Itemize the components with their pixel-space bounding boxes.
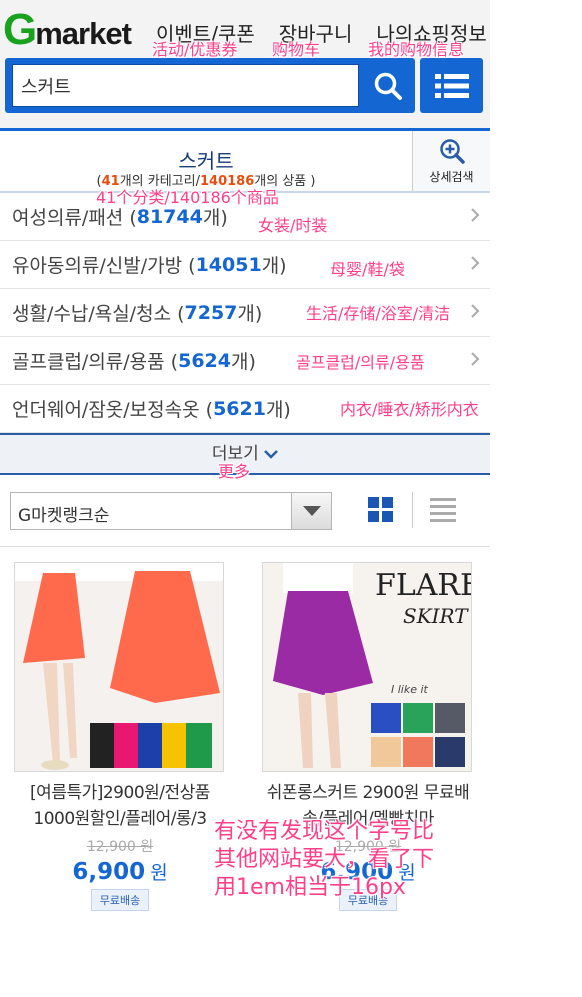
- dropdown-arrow[interactable]: [291, 493, 331, 529]
- chevron-right-icon: [471, 352, 480, 366]
- list-view-button[interactable]: [430, 497, 456, 527]
- category-suffix: 개): [237, 303, 263, 325]
- original-price: 12,900 원: [86, 839, 154, 855]
- zoom-in-icon: [439, 138, 465, 164]
- category-name: 언더웨어/잠옷/보정속옷 (: [12, 399, 214, 421]
- chevron-down-icon: [264, 450, 279, 459]
- detail-search-label: 상세검색: [429, 169, 474, 184]
- category-count: 81744: [136, 205, 203, 228]
- search-field: [12, 64, 359, 107]
- annotation-cat2: 母婴/鞋/袋: [330, 260, 405, 279]
- annotation-cat5: 内衣/睡衣/矫形内衣: [340, 400, 479, 419]
- logo-g: G: [3, 5, 37, 54]
- view-divider: [412, 492, 413, 528]
- category-name: 골프클럽/의류/용품 (: [12, 351, 179, 373]
- like-it-text: I like it: [391, 683, 429, 696]
- annotation-cat1: 女装/时装: [258, 216, 328, 235]
- search-icon: [374, 72, 402, 100]
- gmarket-logo[interactable]: Gmarket: [3, 5, 132, 54]
- annotation-font-note: 有没有发现这个字号比 其他网站要大，看了下 用1em相当于16px: [214, 819, 435, 900]
- price-unit: 원: [150, 862, 168, 884]
- free-shipping-badge: 무료배송: [91, 889, 149, 911]
- category-suffix: 개): [231, 351, 256, 373]
- skirt-photo-coral: [15, 563, 223, 771]
- category-suffix: 개): [261, 255, 287, 277]
- annotation-nav-myinfo: 我的购物信息: [368, 40, 465, 59]
- category-menu-button[interactable]: [420, 58, 483, 113]
- sort-selected-value: G마켓랭크순: [18, 506, 110, 526]
- product-name[interactable]: [여름특가]2900원/전상품1000원할인/플레어/롱/3: [14, 780, 226, 832]
- grid-icon: [368, 497, 393, 522]
- skirt-text: SKIRT: [403, 604, 469, 628]
- annotation-more: 更多: [218, 462, 251, 481]
- list-icon: [430, 498, 456, 522]
- list-menu-icon: [434, 73, 469, 98]
- annotation-nav-cart: 购物车: [272, 40, 321, 59]
- sort-select[interactable]: G마켓랭크순: [10, 492, 332, 530]
- category-count: 14051: [195, 253, 262, 276]
- search-button[interactable]: [363, 61, 413, 110]
- category-count: 7257: [184, 301, 238, 324]
- annotation-counts: 41个分类/140186个商品: [96, 188, 279, 207]
- product-image[interactable]: [14, 562, 224, 772]
- annotation-nav-event: 活动/优惠券: [152, 40, 238, 59]
- category-count: 5621: [213, 397, 266, 420]
- logo-text: market: [35, 16, 132, 51]
- skirt-photo-purple: FLARE SKIRT I like it: [263, 563, 472, 771]
- sort-bar: G마켓랭크순: [0, 475, 490, 547]
- grid-view-button[interactable]: [368, 497, 394, 527]
- search-input[interactable]: [13, 65, 358, 106]
- sale-price: 6,900 원: [14, 858, 226, 885]
- category-name: 생활/수납/욕실/청소 (: [12, 303, 185, 325]
- chevron-right-icon: [471, 304, 480, 318]
- page: Gmarket 이벤트/쿠폰 장바구니 나의쇼핑정보 스커트 스커트 (41개의…: [0, 0, 490, 911]
- category-count: 5624: [178, 349, 231, 372]
- category-item-kids[interactable]: 유아동의류/신발/가방 (14051 개): [0, 241, 490, 289]
- header: Gmarket 이벤트/쿠폰 장바구니 나의쇼핑정보: [0, 0, 490, 128]
- annotation-cat3: 生活/存储/浴室/清洁: [306, 304, 451, 323]
- chevron-right-icon: [471, 208, 480, 222]
- price-number: 6,900: [72, 859, 146, 885]
- category-suffix: 개): [265, 399, 291, 421]
- search-bar: [5, 58, 415, 113]
- caret-down-icon: [302, 506, 321, 516]
- annotation-cat4: 골프클럽/의류/용품: [296, 353, 425, 372]
- category-name: 유아동의류/신발/가방 (: [12, 255, 196, 277]
- flare-text: FLARE: [375, 568, 472, 603]
- chevron-right-icon: [471, 256, 480, 270]
- product-card[interactable]: [여름특가]2900원/전상품1000원할인/플레어/롱/3 12,900 원 …: [14, 562, 226, 911]
- detail-search-button[interactable]: 상세검색: [412, 131, 490, 191]
- product-image[interactable]: FLARE SKIRT I like it: [262, 562, 472, 772]
